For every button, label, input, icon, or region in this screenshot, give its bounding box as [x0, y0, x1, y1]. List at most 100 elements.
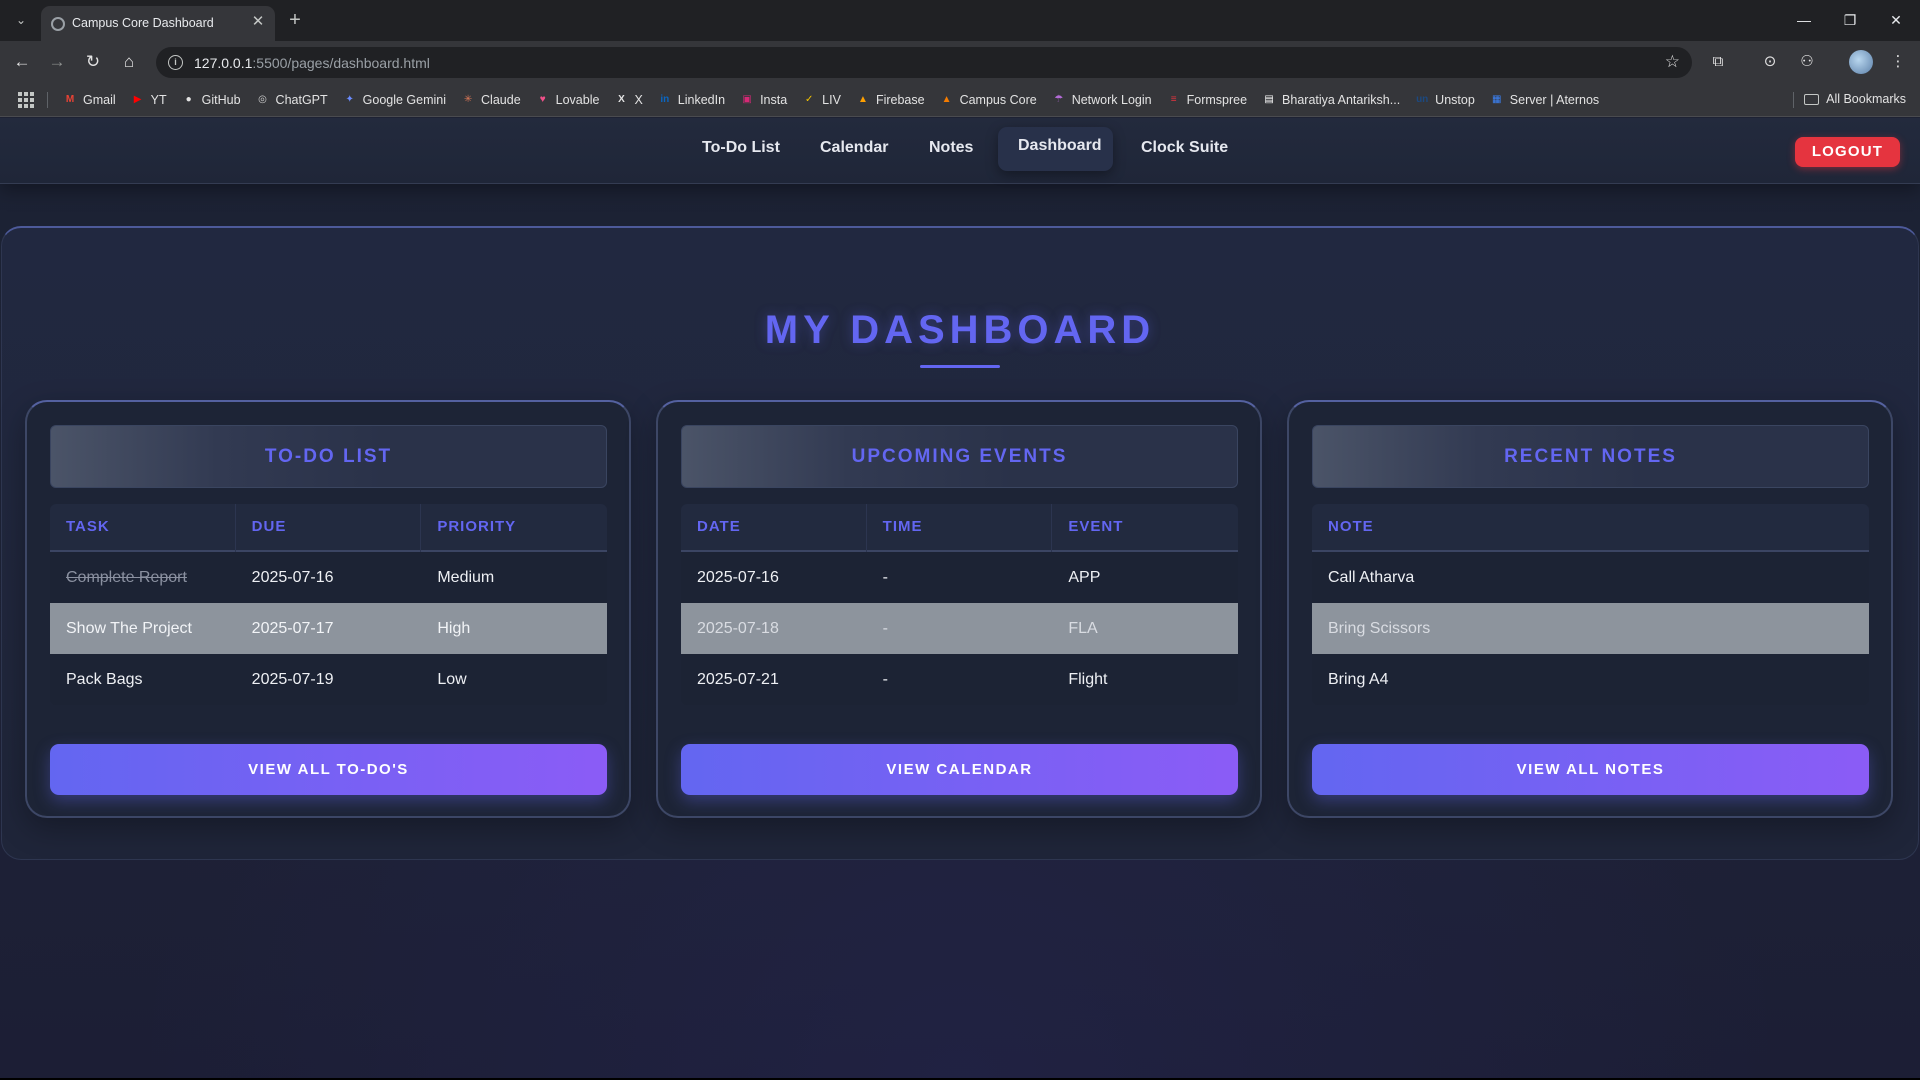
bookmark-item[interactable]: in LinkedIn	[658, 93, 725, 107]
card-header: TO-DO LIST	[50, 425, 607, 488]
browser-tab[interactable]: Campus Core Dashboard ✕	[41, 6, 275, 41]
extensions-icon[interactable]: ⧉	[1706, 50, 1730, 74]
linkedin-icon: in	[660, 94, 670, 105]
reload-icon[interactable]: ↻	[81, 50, 105, 74]
bookmark-separator	[47, 92, 48, 108]
title-underline	[920, 365, 1000, 368]
card-title: UPCOMING EVENTS	[851, 446, 1068, 467]
column-header: TASK	[50, 504, 236, 552]
bookmark-label: GitHub	[201, 93, 241, 107]
bookmark-label: Unstop	[1435, 93, 1475, 107]
home-icon[interactable]: ⌂	[117, 50, 141, 74]
nav-todo-list[interactable]: To-Do List	[702, 139, 780, 157]
view-all-notes-button[interactable]: VIEW ALL NOTES	[1312, 744, 1869, 795]
bookmark-item[interactable]: ▲ Firebase	[856, 93, 925, 107]
browser-tab-strip: ⌄ Campus Core Dashboard ✕ + — ❐ ✕	[0, 0, 1920, 41]
nav-calendar[interactable]: Calendar	[820, 139, 888, 157]
network-login-icon: ☂	[1054, 94, 1064, 105]
table-row[interactable]: Bring Scissors	[1312, 603, 1869, 654]
browser-toolbar: ← → ↻ ⌂ i 127.0.0.1:5500/pages/dashboard…	[0, 41, 1920, 83]
bookmark-item[interactable]: ▤ Bharatiya Antariksh...	[1262, 93, 1400, 107]
bookmark-item[interactable]: M Gmail	[63, 93, 116, 107]
unstop-icon: un	[1416, 94, 1429, 105]
forward-icon[interactable]: →	[45, 50, 69, 74]
bookmark-item[interactable]: ▦ Server | Aternos	[1490, 93, 1599, 107]
bookmark-label: Gmail	[83, 93, 116, 107]
event-cell: Flight	[1068, 671, 1108, 688]
table-row[interactable]: 2025-07-18 - FLA	[681, 603, 1238, 654]
minimize-icon[interactable]: —	[1792, 10, 1816, 30]
campus-core-icon: ▲	[941, 94, 952, 105]
screenshot-icon[interactable]: ⊙	[1758, 50, 1782, 74]
incognito-icon[interactable]: ⚇	[1795, 50, 1819, 74]
bookmark-item[interactable]: ✓ LIV	[802, 93, 841, 107]
bookmark-item[interactable]: ☂ Network Login	[1052, 93, 1151, 107]
table-row[interactable]: Show The Project 2025-07-17 High	[50, 603, 607, 654]
globe-icon	[51, 17, 65, 31]
priority-cell: High	[437, 620, 471, 637]
formspree-icon: ≡	[1170, 94, 1177, 105]
bookmark-item[interactable]: un Unstop	[1415, 93, 1475, 107]
bookmark-item[interactable]: XX	[614, 93, 643, 107]
card-title: RECENT NOTES	[1504, 446, 1677, 467]
bookmark-label: Formspree	[1186, 93, 1248, 107]
column-header: TIME	[867, 504, 1053, 552]
bookmark-star-icon[interactable]: ☆	[1665, 52, 1680, 72]
bookmark-label: YT	[150, 93, 167, 107]
table-row[interactable]: 2025-07-21 - Flight	[681, 654, 1238, 705]
site-info-icon[interactable]: i	[168, 55, 183, 70]
github-icon: ●	[185, 94, 192, 105]
table-header: DATE TIME EVENT	[681, 504, 1238, 552]
view-all-todos-button[interactable]: VIEW ALL TO-DO'S	[50, 744, 607, 795]
apps-grid-icon[interactable]	[18, 92, 34, 108]
table-header: NOTE	[1312, 504, 1869, 552]
close-tab-icon[interactable]: ✕	[249, 13, 267, 31]
folder-icon	[1804, 93, 1820, 105]
instagram-icon: ▣	[742, 94, 752, 105]
all-bookmarks-button[interactable]: All Bookmarks	[1804, 92, 1906, 106]
table-row[interactable]: Pack Bags 2025-07-19 Low	[50, 654, 607, 705]
bookmark-item[interactable]: ✦ Google Gemini	[343, 93, 446, 107]
column-header: DATE	[681, 504, 867, 552]
table-row[interactable]: 2025-07-16 - APP	[681, 552, 1238, 603]
bookmark-item[interactable]: ≡ Formspree	[1167, 93, 1247, 107]
profile-avatar[interactable]	[1849, 50, 1873, 74]
bookmark-item[interactable]: ▣ Insta	[740, 93, 787, 107]
page-title: MY DASHBOARD	[764, 308, 1156, 352]
view-calendar-button[interactable]: VIEW CALENDAR	[681, 744, 1238, 795]
task-cell: Show The Project	[66, 620, 192, 637]
bookmark-item[interactable]: ◎ ChatGPT	[256, 93, 327, 107]
bookmark-label: Google Gemini	[362, 93, 447, 107]
bookmark-label: LIV	[822, 93, 841, 107]
column-header: NOTE	[1328, 518, 1374, 535]
nav-notes[interactable]: Notes	[929, 139, 973, 157]
table-row[interactable]: Bring A4	[1312, 654, 1869, 705]
bookmark-label: Lovable	[555, 93, 600, 107]
firebase-icon: ▲	[857, 94, 868, 105]
nav-dashboard[interactable]: Dashboard	[1018, 137, 1102, 155]
claude-icon: ✳	[463, 94, 473, 105]
browser-menu-icon[interactable]: ⋮	[1886, 50, 1910, 74]
aternos-icon: ▦	[1492, 94, 1502, 105]
due-cell: 2025-07-19	[251, 671, 334, 688]
address-bar[interactable]: i 127.0.0.1:5500/pages/dashboard.html ☆	[156, 47, 1692, 78]
new-tab-icon[interactable]: +	[283, 9, 307, 33]
liv-icon: ✓	[804, 94, 814, 105]
table-row[interactable]: Call Atharva	[1312, 552, 1869, 603]
back-icon[interactable]: ←	[10, 50, 34, 74]
nav-clock-suite[interactable]: Clock Suite	[1141, 139, 1228, 157]
gemini-icon: ✦	[345, 94, 354, 105]
restore-icon[interactable]: ❐	[1838, 10, 1862, 30]
bookmark-item[interactable]: ● GitHub	[182, 93, 241, 107]
bookmark-item[interactable]: ♥ Lovable	[536, 93, 600, 107]
tab-title: Campus Core Dashboard	[72, 16, 214, 30]
bookmark-item[interactable]: ▲ Campus Core	[940, 93, 1037, 107]
youtube-icon: ▶	[133, 94, 142, 105]
bookmark-item[interactable]: ✳ Claude	[461, 93, 521, 107]
window-close-icon[interactable]: ✕	[1884, 10, 1908, 30]
logout-button[interactable]: LOGOUT	[1795, 137, 1900, 167]
bookmark-item[interactable]: ▶ YT	[131, 93, 167, 107]
events-card: UPCOMING EVENTS DATE TIME EVENT 2025-07-…	[656, 400, 1262, 818]
table-row[interactable]: Complete Report 2025-07-16 Medium	[50, 552, 607, 603]
tab-search-chevron-icon[interactable]: ⌄	[10, 9, 32, 31]
